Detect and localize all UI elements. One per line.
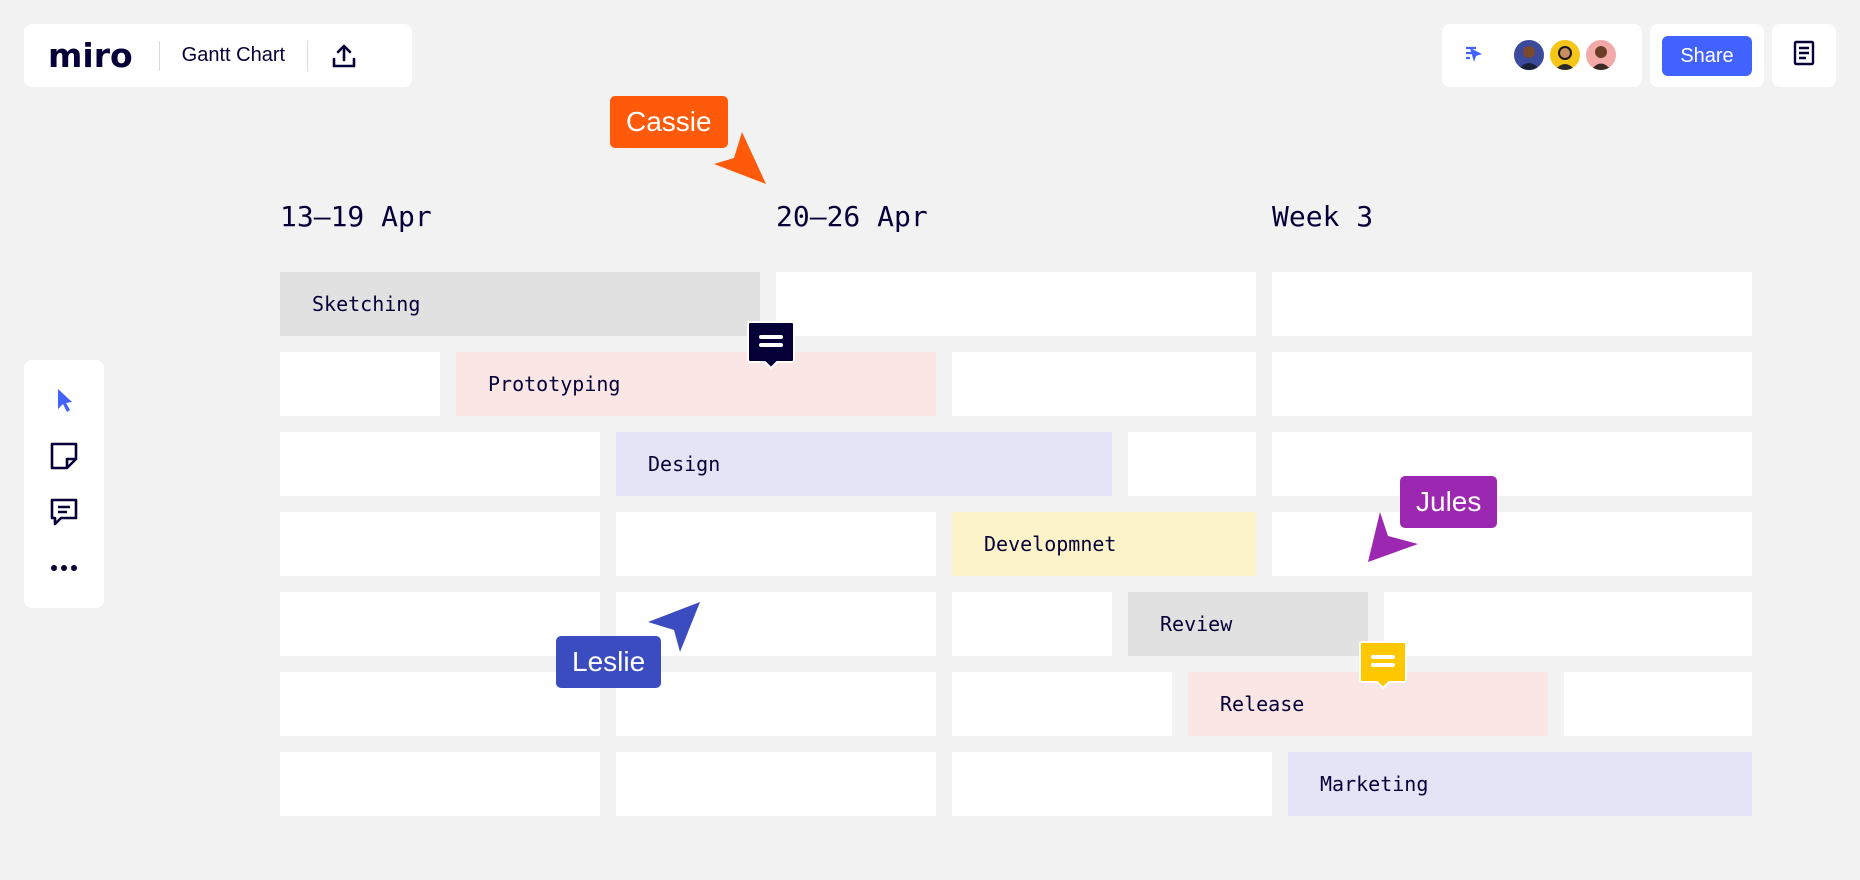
empty-cell[interactable] (1272, 352, 1752, 416)
task-bar-development[interactable]: Developmnet (952, 512, 1256, 576)
divider (307, 40, 309, 71)
empty-cell[interactable] (1272, 432, 1752, 496)
collaborators-panel (1442, 24, 1642, 87)
comment-bubble-icon[interactable] (1358, 640, 1408, 690)
board-title[interactable]: Gantt Chart (182, 44, 285, 67)
sticky-note-icon[interactable] (44, 436, 84, 476)
comment-bubble-icon[interactable] (746, 320, 796, 370)
notes-icon (1791, 40, 1817, 71)
empty-cell[interactable] (616, 752, 936, 816)
empty-cell[interactable] (952, 592, 1112, 656)
empty-cell[interactable] (952, 752, 1272, 816)
empty-cell[interactable] (1128, 432, 1256, 496)
empty-cell[interactable] (1272, 272, 1752, 336)
empty-cell[interactable] (952, 672, 1172, 736)
divider (158, 40, 160, 71)
follow-cursor-icon[interactable] (1464, 44, 1488, 73)
empty-cell[interactable] (616, 672, 936, 736)
empty-cell[interactable] (1384, 592, 1752, 656)
week-header: 13–19 Apr (280, 200, 432, 233)
empty-cell[interactable] (280, 432, 600, 496)
cursor-label-cassie: Cassie (610, 96, 728, 148)
empty-cell[interactable] (616, 512, 936, 576)
comment-icon[interactable] (44, 492, 84, 532)
left-toolbar (24, 360, 104, 608)
empty-cell[interactable] (1564, 672, 1752, 736)
empty-cell[interactable] (776, 272, 1256, 336)
cursor-arrow-icon (712, 130, 768, 191)
select-cursor-icon[interactable] (44, 380, 84, 420)
more-icon[interactable] (44, 548, 84, 588)
task-bar-prototyping[interactable]: Prototyping (456, 352, 936, 416)
empty-cell[interactable] (280, 672, 600, 736)
empty-cell[interactable] (280, 752, 600, 816)
share-panel: Share (1650, 24, 1764, 87)
notes-button[interactable] (1772, 24, 1836, 87)
empty-cell[interactable] (280, 592, 600, 656)
task-bar-design[interactable]: Design (616, 432, 1112, 496)
empty-cell[interactable] (1272, 512, 1752, 576)
avatar[interactable] (1584, 38, 1618, 72)
upload-icon[interactable] (324, 36, 364, 76)
week-header: Week 3 (1272, 200, 1374, 233)
cursor-arrow-icon (1366, 508, 1420, 569)
empty-cell[interactable] (952, 352, 1256, 416)
task-bar-marketing[interactable]: Marketing (1288, 752, 1752, 816)
avatar[interactable] (1548, 38, 1582, 72)
task-bar-sketching[interactable]: Sketching (280, 272, 760, 336)
board-header: miro Gantt Chart (24, 24, 412, 87)
week-header: 20–26 Apr (776, 200, 928, 233)
share-button[interactable]: Share (1662, 36, 1752, 76)
empty-cell[interactable] (280, 352, 440, 416)
avatar[interactable] (1512, 38, 1546, 72)
task-bar-review[interactable]: Review (1128, 592, 1368, 656)
cursor-label-leslie: Leslie (556, 636, 662, 688)
empty-cell[interactable] (280, 512, 600, 576)
miro-logo[interactable]: miro (48, 39, 133, 72)
